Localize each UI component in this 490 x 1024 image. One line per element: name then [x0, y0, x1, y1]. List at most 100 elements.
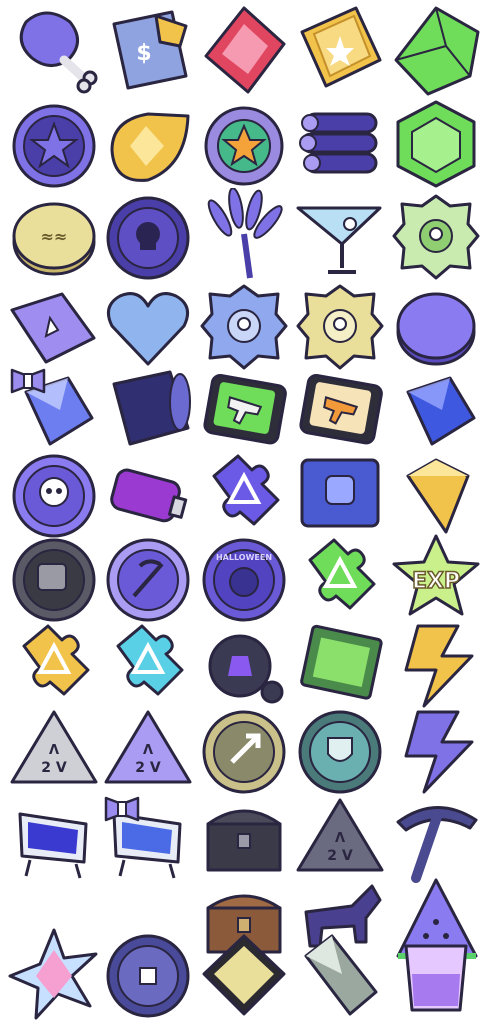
gold-lens-icon-graphic: [202, 934, 286, 1016]
triangle-plate-silver-icon-graphic: Λ 2 V: [10, 710, 98, 784]
cream-coin-icon-graphic: ≈≈: [12, 202, 96, 276]
blue-heart-icon-graphic: [106, 292, 190, 366]
green-crystal-icon-graphic: [394, 6, 480, 96]
exp-star-icon[interactable]: EXP: [388, 530, 484, 626]
fist-card-icon[interactable]: [292, 446, 388, 542]
lavender-icon-graphic: [207, 188, 283, 279]
puzzle-yellow-icon-graphic: [22, 624, 90, 696]
star-badge-icon-graphic: [204, 106, 284, 186]
cocktail-icon-graphic: [296, 206, 382, 274]
gold-drop-icon-graphic: [110, 112, 190, 182]
green-crystal-icon[interactable]: [388, 2, 484, 98]
dark-device-icon[interactable]: [196, 616, 292, 712]
fist-card-icon-graphic: [300, 458, 380, 528]
log-bundle-icon[interactable]: [292, 96, 388, 192]
blue-heart-icon[interactable]: [100, 278, 196, 374]
bow-crystal-icon-graphic: [10, 368, 94, 446]
crest-badge-green-icon-graphic: [392, 194, 480, 280]
log-bundle-icon-graphic: [299, 112, 378, 174]
scythe-coin-icon-graphic: [106, 538, 190, 622]
puzzle-yellow-icon[interactable]: [6, 616, 102, 712]
purple-bolt-icon-graphic: [404, 710, 474, 794]
spray-can-icon[interactable]: [100, 446, 196, 542]
pumpkin-coin-icon-graphic: HALLOWEEN: [202, 538, 286, 622]
shield-medal-icon[interactable]: [292, 702, 388, 798]
pumpkin-coin-icon[interactable]: HALLOWEEN: [196, 530, 292, 626]
green-gun-card-icon[interactable]: [196, 362, 292, 458]
grey-crystal-icon-graphic: [304, 934, 378, 1016]
bow-jar-icon[interactable]: [100, 790, 196, 886]
ancient-coin-icon[interactable]: [100, 926, 196, 1022]
svg-text:≈≈: ≈≈: [41, 227, 68, 246]
puzzle-cyan-icon[interactable]: [100, 616, 196, 712]
green-card-icon[interactable]: [292, 616, 388, 712]
orange-bolt-icon[interactable]: [388, 616, 484, 712]
purple-coin-icon[interactable]: [388, 278, 484, 374]
golden-ticket-icon[interactable]: [292, 2, 388, 98]
purple-ticket-icon-graphic: [10, 292, 96, 364]
gold-drop-icon[interactable]: [100, 96, 196, 192]
barrel-icon-graphic: [112, 370, 191, 446]
green-gun-card-icon-graphic: [203, 373, 287, 445]
money-bag-icon-graphic: $: [112, 10, 188, 90]
star-medal-icon[interactable]: [6, 96, 102, 192]
green-hex-gem-icon[interactable]: [388, 96, 484, 192]
grey-crystal-icon[interactable]: [292, 926, 388, 1022]
money-bag-icon[interactable]: $: [100, 2, 196, 98]
purple-ticket-icon[interactable]: [6, 278, 102, 374]
crest-badge-blue-icon[interactable]: [196, 278, 292, 374]
red-gem-icon-graphic: [204, 6, 286, 94]
red-gem-icon[interactable]: [196, 2, 292, 98]
arrow-medal-icon[interactable]: [196, 702, 292, 798]
purple-glass-icon[interactable]: [388, 926, 484, 1022]
cream-coin-icon[interactable]: ≈≈: [6, 188, 102, 284]
skull-medal-icon[interactable]: [6, 446, 102, 542]
arrow-medal-icon-graphic: [202, 710, 286, 794]
crest-badge-blue-icon-graphic: [200, 284, 288, 370]
triangle-plate-silver-icon[interactable]: Λ 2 V: [6, 702, 102, 798]
puzzle-purple-icon[interactable]: [196, 446, 292, 542]
crest-badge-cream-icon-graphic: [296, 284, 384, 370]
shield-medal-icon-graphic: [298, 710, 382, 794]
svg-text:Λ: Λ: [49, 743, 59, 758]
triangle-plate-purple-icon[interactable]: Λ 2 V: [100, 702, 196, 798]
blue-jar-icon[interactable]: [6, 790, 102, 886]
icon-sheet: $ ≈≈ HALLOWEEN EXP Λ 2 V Λ 2 V Λ 2 V: [0, 0, 490, 1024]
spray-can-icon-graphic: [110, 468, 188, 523]
puzzle-green-icon[interactable]: [292, 530, 388, 626]
puzzle-cyan-icon-graphic: [116, 624, 184, 696]
lavender-icon[interactable]: [196, 188, 292, 284]
drumstick-icon[interactable]: [6, 2, 102, 98]
purple-glass-icon-graphic: [404, 944, 468, 1012]
green-card-icon-graphic: [300, 624, 383, 700]
puzzle-purple-icon-graphic: [212, 454, 280, 526]
yellow-diamond-icon[interactable]: [388, 446, 484, 542]
skull-medal-icon-graphic: [12, 454, 96, 538]
bow-jar-icon-graphic: [104, 796, 182, 879]
scythe-coin-icon[interactable]: [100, 530, 196, 626]
rainbow-star-icon[interactable]: [6, 926, 102, 1022]
dark-device-icon-graphic: [208, 634, 284, 704]
blue-jar-icon-graphic: [18, 812, 88, 879]
ancient-coin-icon-graphic: [106, 934, 190, 1018]
crest-badge-cream-icon[interactable]: [292, 278, 388, 374]
purple-bolt-icon[interactable]: [388, 702, 484, 798]
crest-badge-green-icon[interactable]: [388, 188, 484, 284]
star-badge-icon[interactable]: [196, 96, 292, 192]
orange-gun-card-icon[interactable]: [292, 362, 388, 458]
cocktail-icon[interactable]: [292, 188, 388, 284]
bow-crystal-icon[interactable]: [6, 362, 102, 458]
exp-label: EXP: [412, 569, 460, 594]
gold-lens-icon[interactable]: [196, 926, 292, 1022]
dark-badge-icon[interactable]: [6, 530, 102, 626]
puzzle-green-icon-graphic: [308, 538, 376, 610]
barrel-icon[interactable]: [100, 362, 196, 458]
skull-coin-icon-graphic: [106, 196, 190, 280]
blue-crystal-icon[interactable]: [388, 362, 484, 458]
blue-crystal-icon-graphic: [406, 376, 476, 446]
exp-star-icon-graphic: EXP: [392, 534, 480, 616]
triangle-plate-purple-icon-graphic: Λ 2 V: [104, 710, 192, 784]
star-medal-icon-graphic: [12, 104, 96, 188]
drumstick-icon-graphic: [19, 11, 98, 94]
skull-coin-icon[interactable]: [100, 188, 196, 284]
